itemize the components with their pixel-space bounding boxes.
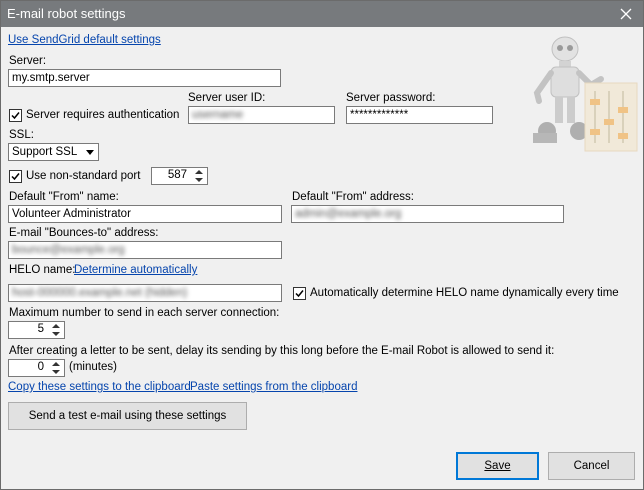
- from-address-value: admin@example.org: [295, 208, 402, 220]
- title-bar: E-mail robot settings: [1, 1, 643, 27]
- delay-stepper-arrows[interactable]: [49, 361, 63, 375]
- paste-settings-link[interactable]: Paste settings from the clipboard: [190, 381, 357, 393]
- delay-label: After creating a letter to be sent, dela…: [9, 345, 555, 357]
- user-id-label: Server user ID:: [188, 92, 266, 104]
- ssl-select[interactable]: Support SSL: [8, 143, 99, 161]
- helo-label: HELO name:: [9, 264, 76, 276]
- auto-helo-label: Automatically determine HELO name dynami…: [310, 287, 619, 299]
- use-sendgrid-link[interactable]: Use SendGrid default settings: [8, 34, 161, 46]
- port-stepper[interactable]: 587: [151, 167, 208, 185]
- user-id-value: username: [192, 109, 244, 121]
- max-send-value: 5: [37, 323, 44, 335]
- password-label: Server password:: [346, 92, 436, 104]
- bounces-label: E-mail "Bounces-to" address:: [9, 227, 159, 239]
- from-name-field[interactable]: Volunteer Administrator: [8, 205, 282, 223]
- bounces-value: bounce@example.org: [12, 244, 125, 256]
- server-field[interactable]: my.smtp.server: [8, 69, 281, 87]
- spin-down-icon[interactable]: [52, 370, 60, 374]
- spin-up-icon[interactable]: [195, 170, 203, 174]
- user-id-field[interactable]: username: [188, 106, 335, 124]
- server-label: Server:: [9, 55, 47, 67]
- delay-stepper[interactable]: 0: [8, 359, 65, 377]
- send-test-email-button[interactable]: Send a test e-mail using these settings: [8, 402, 247, 430]
- window-title: E-mail robot settings: [7, 6, 126, 21]
- close-button[interactable]: [609, 1, 643, 27]
- password-field[interactable]: *************: [346, 106, 493, 124]
- email-robot-settings-dialog: E-mail robot settings Use SendGrid defau…: [0, 0, 644, 490]
- max-send-stepper-arrows[interactable]: [49, 323, 63, 337]
- auth-checkbox[interactable]: [9, 109, 22, 122]
- port-value: 587: [167, 169, 187, 181]
- delay-unit-label: (minutes): [69, 361, 117, 373]
- checkmark-icon: [11, 173, 20, 181]
- save-button[interactable]: Save: [456, 452, 539, 480]
- bounces-field[interactable]: bounce@example.org: [8, 241, 282, 259]
- max-send-label: Maximum number to send in each server co…: [9, 307, 280, 319]
- determine-automatically-link[interactable]: Determine automatically: [74, 264, 197, 276]
- spin-up-icon[interactable]: [52, 362, 60, 366]
- copy-settings-link[interactable]: Copy these settings to the clipboard: [8, 381, 191, 393]
- max-send-stepper[interactable]: 5: [8, 321, 65, 339]
- non-standard-port-label: Use non-standard port: [26, 170, 141, 182]
- spin-down-icon[interactable]: [52, 332, 60, 336]
- ssl-selected-value: Support SSL: [12, 146, 78, 158]
- robot-illustration: [533, 36, 638, 152]
- spin-up-icon[interactable]: [52, 324, 60, 328]
- helo-value: host-000000.example.net (hidden): [12, 287, 188, 299]
- auth-checkbox-label: Server requires authentication: [26, 109, 180, 121]
- spin-down-icon[interactable]: [195, 178, 203, 182]
- delay-value: 0: [37, 361, 44, 373]
- checkmark-icon: [295, 290, 304, 298]
- cancel-button[interactable]: Cancel: [548, 452, 635, 480]
- save-button-label: Save: [484, 460, 511, 472]
- port-stepper-arrows[interactable]: [192, 169, 206, 183]
- chevron-down-icon: [86, 150, 94, 155]
- close-icon: [620, 8, 632, 20]
- from-address-label: Default "From" address:: [292, 191, 414, 203]
- from-address-field[interactable]: admin@example.org: [291, 205, 564, 223]
- ssl-label: SSL:: [9, 129, 34, 141]
- from-name-label: Default "From" name:: [9, 191, 119, 203]
- auto-helo-checkbox[interactable]: [293, 287, 306, 300]
- non-standard-port-checkbox[interactable]: [9, 170, 22, 183]
- checkmark-icon: [11, 112, 20, 120]
- helo-field[interactable]: host-000000.example.net (hidden): [8, 284, 282, 302]
